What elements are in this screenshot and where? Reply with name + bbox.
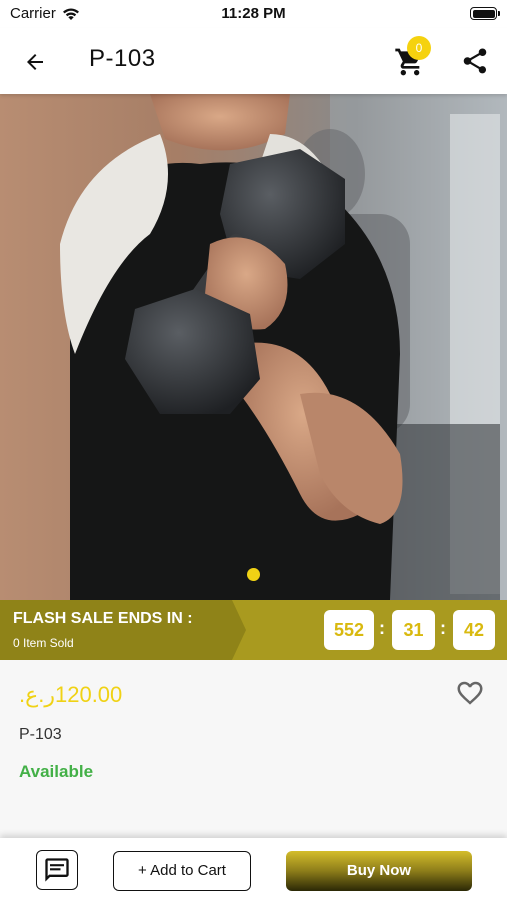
- cart-count-badge: 0: [407, 36, 431, 60]
- flash-sale-title: FLASH SALE ENDS IN :: [13, 610, 193, 627]
- app-bar: P-103 0: [0, 28, 507, 94]
- back-arrow-icon: [27, 54, 43, 70]
- favorite-button[interactable]: [455, 678, 485, 708]
- timer-minutes: 31: [392, 610, 435, 650]
- timer-separator: :: [379, 618, 385, 638]
- availability-status: Available: [19, 762, 94, 781]
- timer-hours: 552: [324, 610, 374, 650]
- share-button[interactable]: [460, 46, 490, 76]
- flash-sale-banner: FLASH SALE ENDS IN : 0 Item Sold 552 : 3…: [0, 600, 507, 660]
- page-title: P-103: [89, 45, 156, 72]
- timer-separator: :: [440, 618, 446, 638]
- carousel-page-indicator[interactable]: [247, 568, 260, 581]
- buy-now-button[interactable]: Buy Now: [286, 851, 472, 891]
- chat-button[interactable]: [36, 850, 78, 890]
- back-button[interactable]: [20, 47, 50, 77]
- product-sku: P-103: [19, 726, 62, 743]
- items-sold-count: 0 Item Sold: [13, 636, 74, 650]
- product-details: 120.00ر.ع. P-103 Available: [0, 660, 507, 838]
- status-bar: Carrier 11:28 PM: [0, 0, 507, 28]
- share-icon: [463, 48, 487, 74]
- product-price: 120.00ر.ع.: [19, 682, 123, 707]
- product-image: [0, 94, 507, 600]
- heart-outline-icon: [457, 681, 483, 705]
- flash-sale-label-panel: [0, 600, 246, 660]
- status-time: 11:28 PM: [221, 5, 286, 22]
- battery-icon: [470, 7, 500, 20]
- bottom-action-bar: + Add to Cart Buy Now: [0, 838, 507, 900]
- timer-seconds: 42: [453, 610, 495, 650]
- product-image-carousel[interactable]: [0, 94, 507, 600]
- add-to-cart-button[interactable]: + Add to Cart: [113, 851, 251, 891]
- chat-message-icon: [45, 858, 69, 882]
